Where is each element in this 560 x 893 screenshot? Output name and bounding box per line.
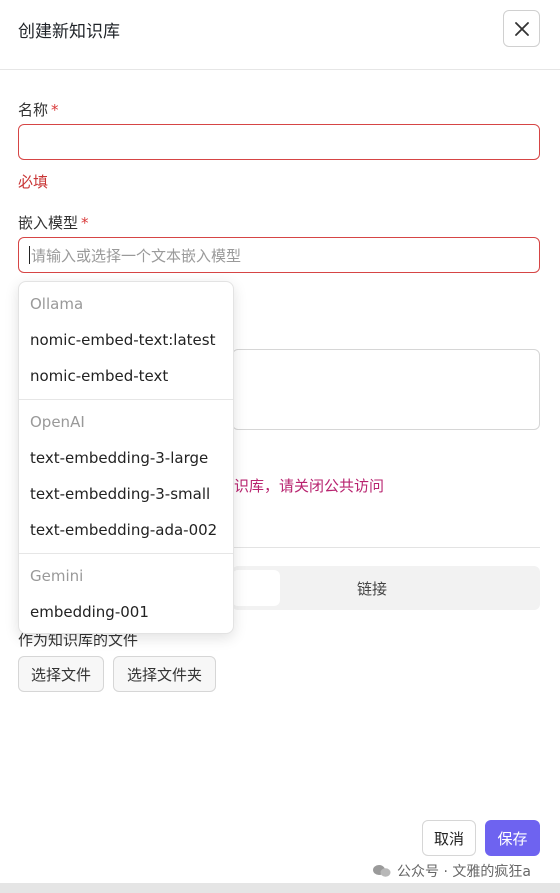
option-nomic-embed-text[interactable]: nomic-embed-text bbox=[30, 367, 168, 385]
group-title-openai: OpenAI bbox=[30, 413, 85, 431]
watermark-text: 公众号 · 文雅的疯狂a bbox=[397, 864, 531, 880]
option-text-embedding-ada-002[interactable]: text-embedding-ada-002 bbox=[30, 521, 217, 539]
name-error: 必填 bbox=[18, 173, 49, 191]
required-mark: * bbox=[81, 214, 89, 232]
embed-model-input[interactable]: 请输入或选择一个文本嵌入模型 bbox=[18, 237, 540, 273]
close-icon bbox=[514, 21, 529, 36]
create-knowledge-base-dialog: 创建新知识库 名称 * 必填 嵌入模型 * 请输入或选择一个文本嵌入模型 识库，请关… bbox=[0, 0, 560, 893]
dialog-title: 创建新知识库 bbox=[18, 22, 120, 42]
close-button[interactable] bbox=[503, 10, 540, 47]
group-title-gemini: Gemini bbox=[30, 567, 84, 585]
embed-placeholder: 请输入或选择一个文本嵌入模型 bbox=[31, 246, 242, 265]
name-label: 名称 * bbox=[18, 99, 59, 120]
segment-files[interactable] bbox=[232, 570, 280, 606]
watermark: 公众号 · 文雅的疯狂a bbox=[372, 861, 531, 881]
choose-file-button[interactable]: 选择文件 bbox=[18, 656, 104, 692]
choose-folder-button[interactable]: 选择文件夹 bbox=[113, 656, 216, 692]
group-title-ollama: Ollama bbox=[30, 295, 84, 313]
group-divider bbox=[19, 553, 233, 554]
header-divider bbox=[0, 69, 560, 70]
option-text-embedding-3-small[interactable]: text-embedding-3-small bbox=[30, 485, 210, 503]
text-caret bbox=[29, 246, 30, 264]
embed-label: 嵌入模型 * bbox=[18, 212, 89, 233]
required-mark: * bbox=[51, 101, 59, 119]
name-input[interactable] bbox=[18, 124, 540, 160]
bottom-bar bbox=[0, 883, 560, 893]
embed-model-dropdown: Ollama nomic-embed-text:latest nomic-emb… bbox=[18, 281, 234, 634]
embed-label-text: 嵌入模型 bbox=[18, 214, 79, 232]
description-textarea[interactable] bbox=[232, 349, 540, 430]
group-divider bbox=[19, 399, 233, 400]
option-embedding-001[interactable]: embedding-001 bbox=[30, 603, 149, 621]
section-divider bbox=[232, 547, 540, 548]
option-text-embedding-3-large[interactable]: text-embedding-3-large bbox=[30, 449, 208, 467]
segment-link[interactable]: 链接 bbox=[357, 578, 387, 599]
source-segmented-control: 链接 bbox=[232, 566, 540, 610]
name-label-text: 名称 bbox=[18, 101, 49, 119]
cancel-button[interactable]: 取消 bbox=[422, 820, 476, 856]
public-access-warning: 识库，请关闭公共访问 bbox=[234, 477, 385, 495]
option-nomic-embed-text-latest[interactable]: nomic-embed-text:latest bbox=[30, 331, 215, 349]
wechat-icon bbox=[373, 865, 391, 877]
save-button[interactable]: 保存 bbox=[485, 820, 540, 856]
